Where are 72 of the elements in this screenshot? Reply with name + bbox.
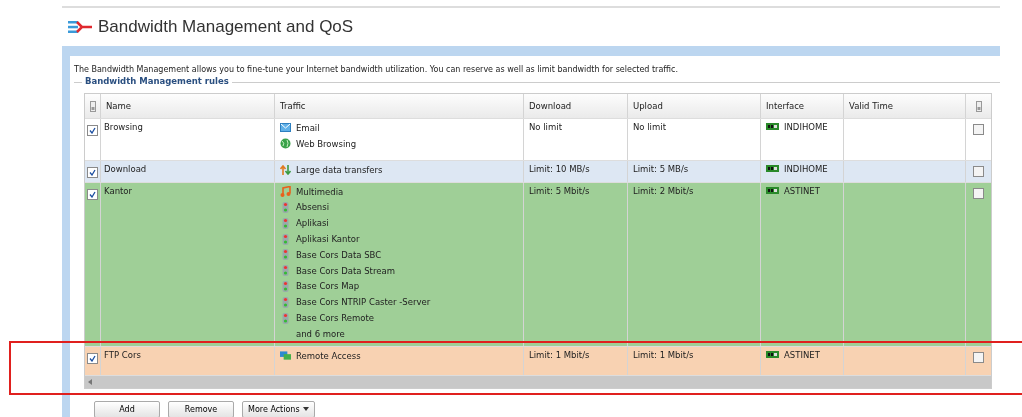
traffic-light-icon xyxy=(280,249,291,261)
checkbox[interactable] xyxy=(87,167,98,178)
column-header[interactable]: Valid Time xyxy=(844,94,966,118)
transfer-arrows-icon xyxy=(280,164,291,175)
table-cell: FTP Cors xyxy=(101,346,275,375)
page-title: Bandwidth Management and QoS xyxy=(98,17,354,37)
traffic-label: Base Cors NTRIP Caster -Server xyxy=(296,297,431,308)
table-cell: ASTINET xyxy=(784,185,820,196)
network-card-icon xyxy=(766,165,779,172)
traffic-light-icon xyxy=(280,296,291,308)
table-cell: ASTINET xyxy=(784,349,820,360)
column-header[interactable]: Upload xyxy=(628,94,761,118)
music-note-icon xyxy=(280,186,291,198)
traffic-light-icon xyxy=(280,202,291,213)
network-card-icon xyxy=(766,350,779,358)
table-cell: Kantor xyxy=(101,182,275,346)
traffic-label: Remote Access xyxy=(296,350,361,361)
caret-icon xyxy=(302,407,309,412)
traffic-label: Base Cors Data SBC xyxy=(296,249,382,260)
traffic-label: Aplikasi xyxy=(296,218,329,229)
checkbox[interactable] xyxy=(87,125,98,136)
globe-icon xyxy=(280,138,291,150)
column-icon xyxy=(975,100,982,112)
table-cell: Limit: 10 MB/s xyxy=(524,161,628,182)
table-cell: Download xyxy=(101,161,275,182)
description-text: The Bandwidth Management allows you to fine-tune your Internet bandwidth utilization. You can reserve as well as limit bandwidth for selected traffic. xyxy=(74,65,679,74)
traffic-light-icon xyxy=(280,265,291,277)
table-cell: Limit: 2 Mbit/s xyxy=(628,182,761,346)
column-header[interactable]: Interface xyxy=(761,94,844,118)
table-cell: No limit xyxy=(524,119,628,160)
column-header[interactable]: Name xyxy=(101,94,275,118)
traffic-label: Email xyxy=(296,122,320,133)
table-cell: Limit: 1 Mbit/s xyxy=(628,346,761,375)
table-cell: Limit: 5 Mbit/s xyxy=(524,182,628,346)
traffic-label: and 6 more xyxy=(296,328,345,339)
traffic-label: Base Cors Remote xyxy=(296,313,374,324)
action-button[interactable]: Add xyxy=(94,400,160,417)
checkbox[interactable] xyxy=(973,124,984,135)
traffic-light-icon xyxy=(280,233,291,245)
traffic-label: Multimedia xyxy=(296,186,344,197)
checkbox[interactable] xyxy=(87,352,98,364)
table-cell: INDIHOME xyxy=(784,122,828,132)
traffic-label: Aplikasi Kantor xyxy=(296,234,360,245)
column-header[interactable]: Traffic xyxy=(275,94,524,118)
traffic-light-icon xyxy=(280,312,291,324)
table-cell: No limit xyxy=(628,119,761,160)
column-header[interactable]: Download xyxy=(524,94,628,118)
table-cell: Limit: 5 MB/s xyxy=(628,161,761,182)
table-cell: Browsing xyxy=(101,119,275,160)
traffic-label: Large data transfers xyxy=(296,164,383,175)
network-card-icon xyxy=(766,186,779,194)
traffic-label: Base Cors Data Stream xyxy=(296,265,395,276)
envelope-icon xyxy=(280,123,291,133)
arrows-icon xyxy=(68,20,92,34)
traffic-label: Web Browsing xyxy=(296,138,357,149)
traffic-light-icon xyxy=(280,217,291,229)
traffic-label: Base Cors Map xyxy=(296,281,360,292)
scroll-left-arrow-icon[interactable] xyxy=(88,378,92,385)
section-legend: Bandwidth Management rules xyxy=(82,76,232,86)
network-card-icon xyxy=(766,123,779,130)
column-icon xyxy=(89,100,96,112)
checkbox[interactable] xyxy=(87,188,98,200)
action-button[interactable]: Remove xyxy=(168,400,234,417)
traffic-light-icon xyxy=(280,280,291,292)
checkbox[interactable] xyxy=(973,166,984,177)
table-cell: INDIHOME xyxy=(784,164,828,174)
traffic-label: Absensi xyxy=(296,202,330,213)
checkbox[interactable] xyxy=(973,351,984,363)
monitors-icon xyxy=(280,350,291,361)
table-cell: Limit: 1 Mbit/s xyxy=(524,346,628,375)
checkbox[interactable] xyxy=(973,187,984,199)
action-button[interactable]: More Actions xyxy=(242,400,315,417)
